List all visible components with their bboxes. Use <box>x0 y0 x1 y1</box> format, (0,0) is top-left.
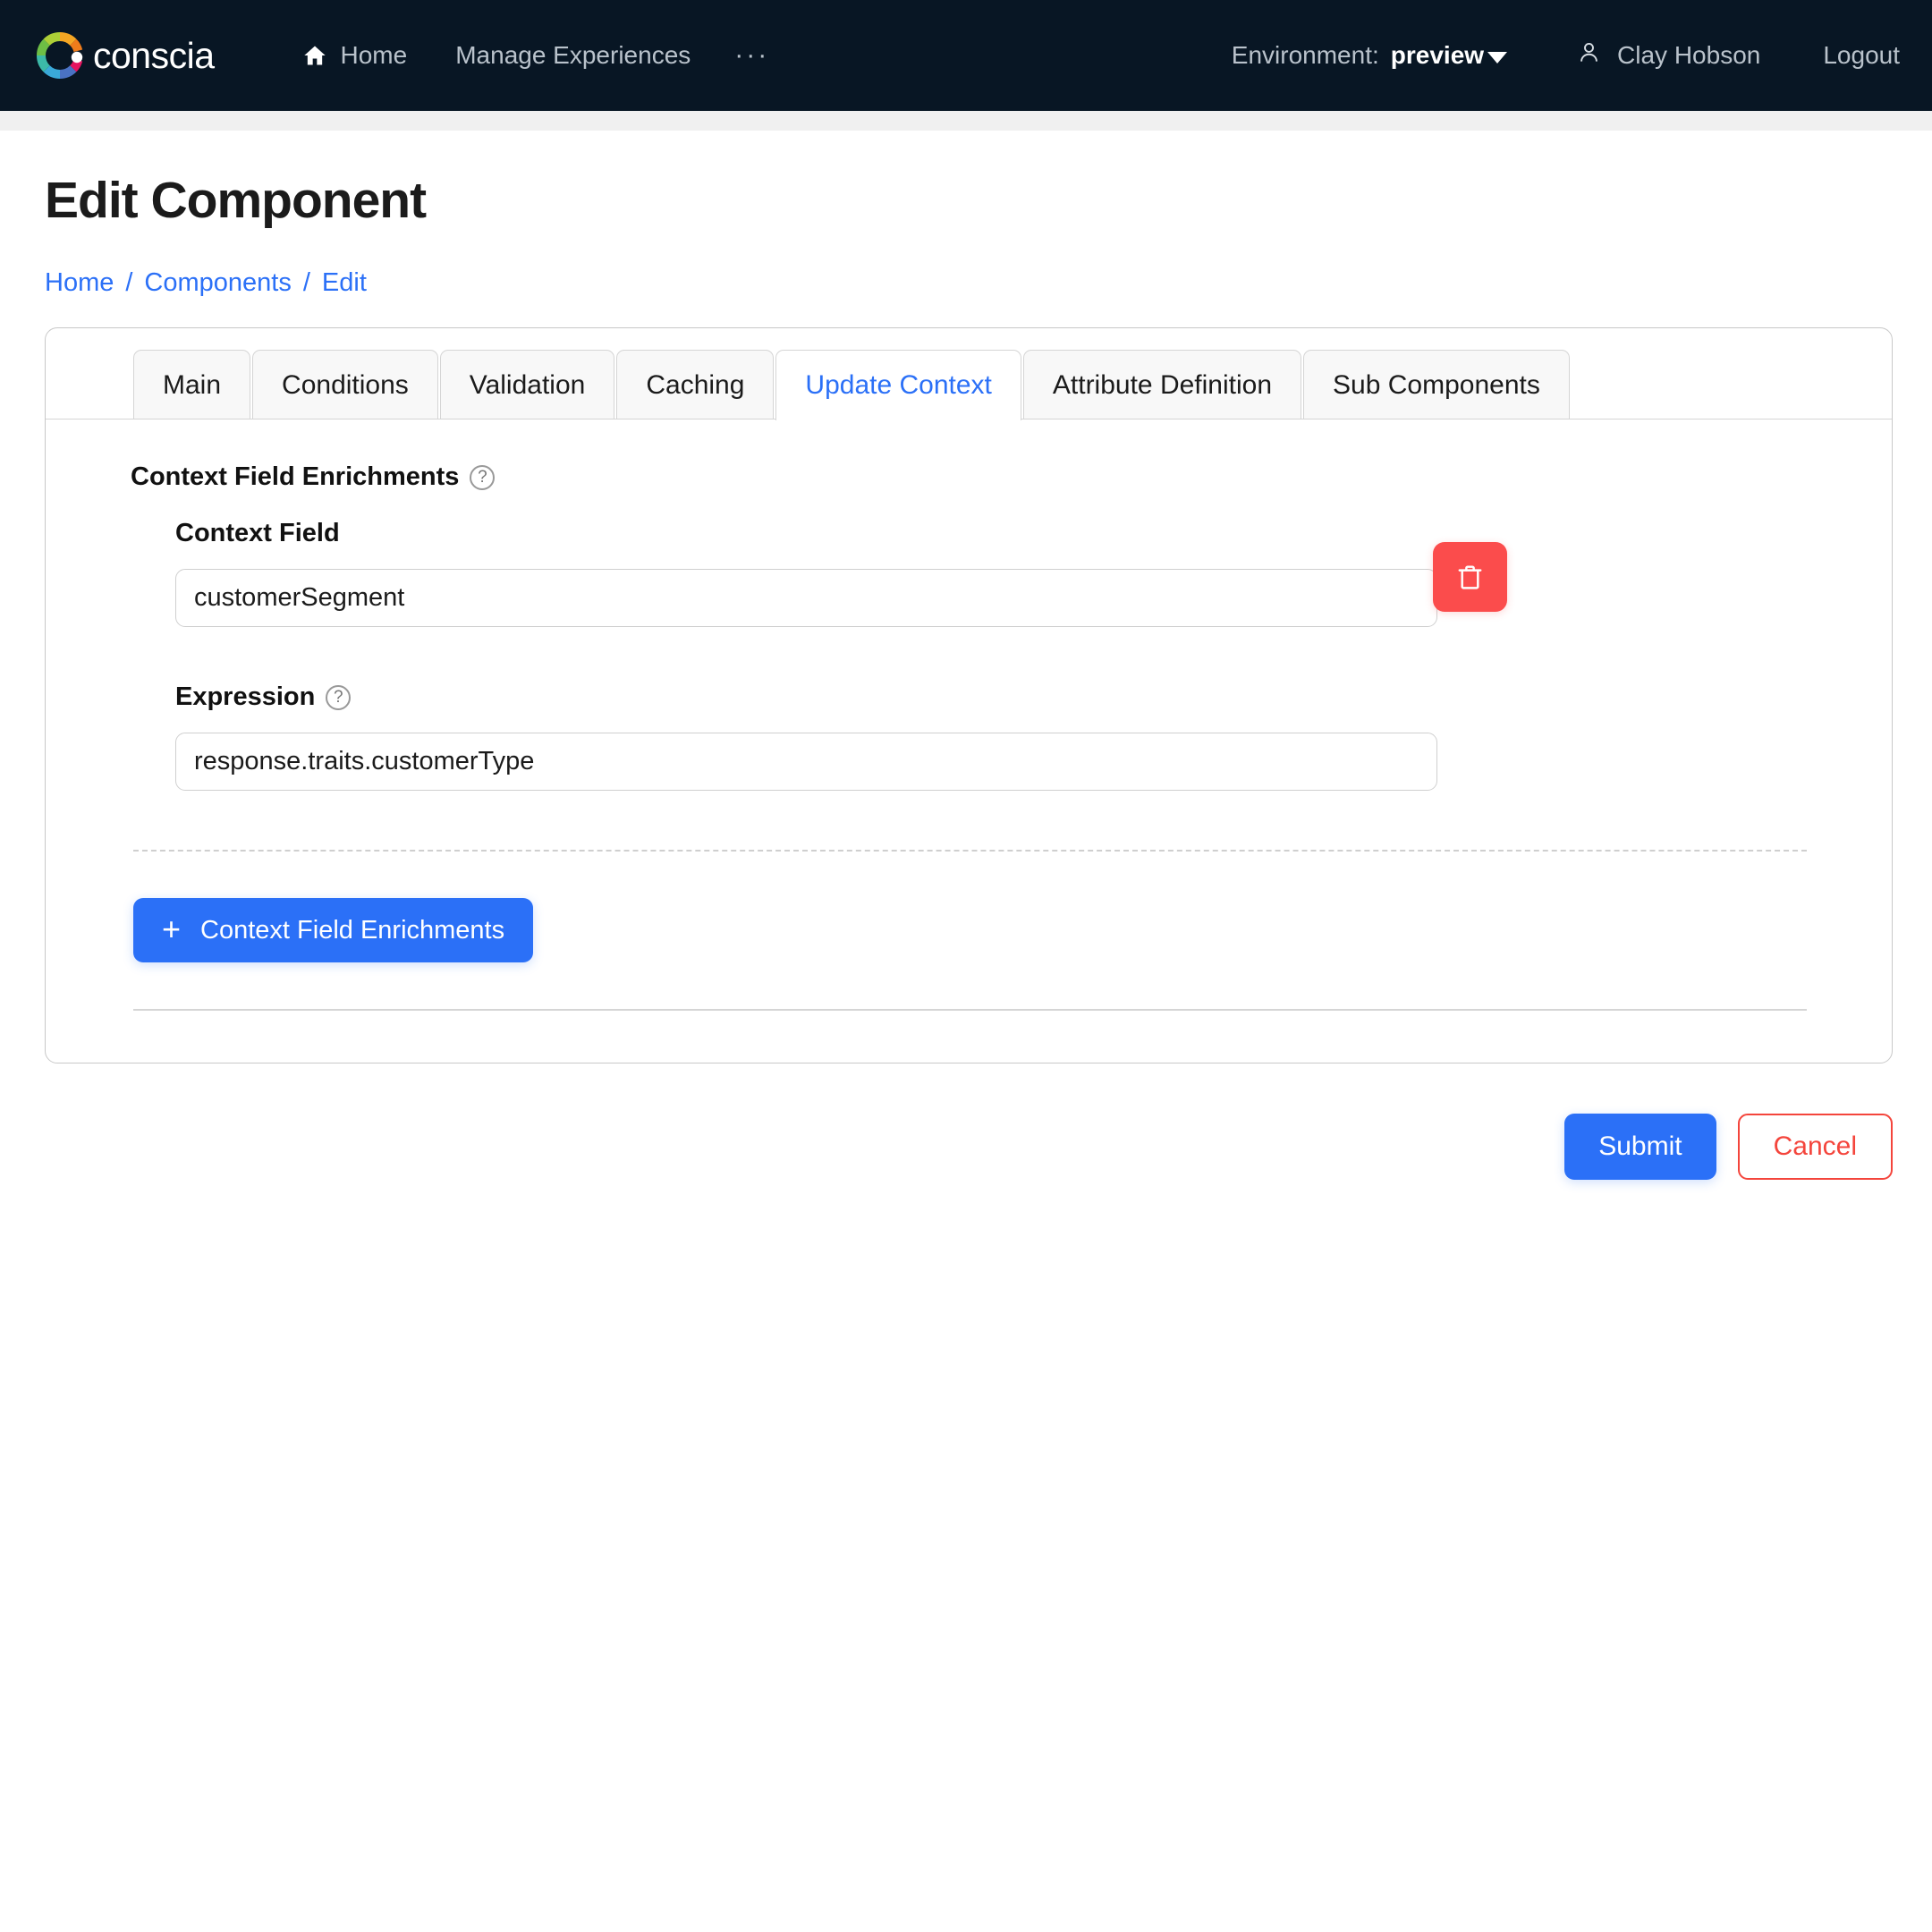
breadcrumb: Home / Components / Edit <box>45 268 1887 298</box>
page-top-spacer <box>0 111 1932 131</box>
breadcrumb-item-components[interactable]: Components <box>144 268 291 298</box>
nav-item-home-label: Home <box>340 41 408 69</box>
section-heading-label: Context Field Enrichments <box>131 462 460 492</box>
conscia-color-wheel-logo <box>32 28 88 83</box>
brand-name: conscia <box>93 34 215 76</box>
tab-validation[interactable]: Validation <box>439 349 615 419</box>
expression-label-text: Expression <box>175 682 316 712</box>
environment-selector[interactable]: Environment: preview <box>1231 41 1508 70</box>
delete-enrichment-button[interactable] <box>1433 542 1507 613</box>
update-context-panel: Context Field Enrichments ? Context Fiel… <box>46 419 1892 1063</box>
tab-bar: Main Conditions Validation Caching Updat… <box>46 328 1892 420</box>
breadcrumb-separator: / <box>302 267 310 297</box>
cancel-button[interactable]: Cancel <box>1737 1114 1893 1181</box>
nav-item-manage-experiences[interactable]: Manage Experiences <box>431 41 715 70</box>
card-bottom-spacer <box>46 1011 1892 1063</box>
trash-icon <box>1458 564 1482 589</box>
plus-icon: + <box>162 910 182 947</box>
tab-conditions[interactable]: Conditions <box>252 349 438 419</box>
logout-link[interactable]: Logout <box>1823 41 1900 70</box>
tab-update-context[interactable]: Update Context <box>775 349 1021 420</box>
submit-button[interactable]: Submit <box>1564 1114 1716 1181</box>
tab-caching[interactable]: Caching <box>616 349 775 419</box>
nav-item-home[interactable]: Home <box>277 41 432 70</box>
context-field-label: Context Field <box>175 519 1807 548</box>
environment-label: Environment: <box>1231 41 1379 69</box>
expression-input[interactable] <box>175 733 1437 792</box>
section-heading-context-field-enrichments: Context Field Enrichments ? <box>46 462 1892 492</box>
add-context-field-enrichment-button[interactable]: + Context Field Enrichments <box>133 898 534 963</box>
page-title: Edit Component <box>45 172 427 229</box>
user-menu[interactable]: Clay Hobson <box>1577 38 1760 72</box>
person-icon <box>1577 38 1601 72</box>
context-field-input[interactable] <box>175 569 1437 628</box>
form-actions: Submit Cancel <box>45 1114 1893 1181</box>
enrichment-divider <box>133 850 1807 852</box>
enrichment-item: Context Field Expression ? <box>46 519 1892 792</box>
question-circle-icon[interactable]: ? <box>326 684 352 710</box>
add-button-label: Context Field Enrichments <box>200 915 505 945</box>
question-circle-icon[interactable]: ? <box>470 464 496 490</box>
tab-main[interactable]: Main <box>133 349 251 419</box>
primary-nav: Home Manage Experiences ··· <box>277 41 790 70</box>
environment-value: preview <box>1390 41 1485 69</box>
top-navbar: conscia Home Manage Experiences ··· Envi… <box>0 0 1932 111</box>
page-content: Edit Component Home / Components / Edit … <box>0 131 1932 1181</box>
nav-overflow-menu-icon[interactable]: ··· <box>715 42 789 68</box>
tab-attribute-definition[interactable]: Attribute Definition <box>1022 349 1302 419</box>
expression-label: Expression ? <box>175 682 1807 712</box>
tab-sub-components[interactable]: Sub Components <box>1303 349 1570 419</box>
user-name: Clay Hobson <box>1617 41 1761 69</box>
brand-logo[interactable]: conscia <box>32 28 215 83</box>
breadcrumb-item-home[interactable]: Home <box>45 268 114 298</box>
context-field-label-text: Context Field <box>175 519 340 548</box>
nav-item-manage-experiences-label: Manage Experiences <box>455 41 691 69</box>
breadcrumb-item-edit[interactable]: Edit <box>322 268 367 298</box>
chevron-down-icon <box>1487 51 1508 64</box>
home-icon <box>301 43 328 68</box>
environment-value-wrap: preview <box>1390 41 1508 70</box>
edit-component-card: Main Conditions Validation Caching Updat… <box>45 326 1893 1064</box>
breadcrumb-separator: / <box>125 267 133 297</box>
navbar-right: Environment: preview Clay Hobson Logout <box>1232 38 1900 72</box>
